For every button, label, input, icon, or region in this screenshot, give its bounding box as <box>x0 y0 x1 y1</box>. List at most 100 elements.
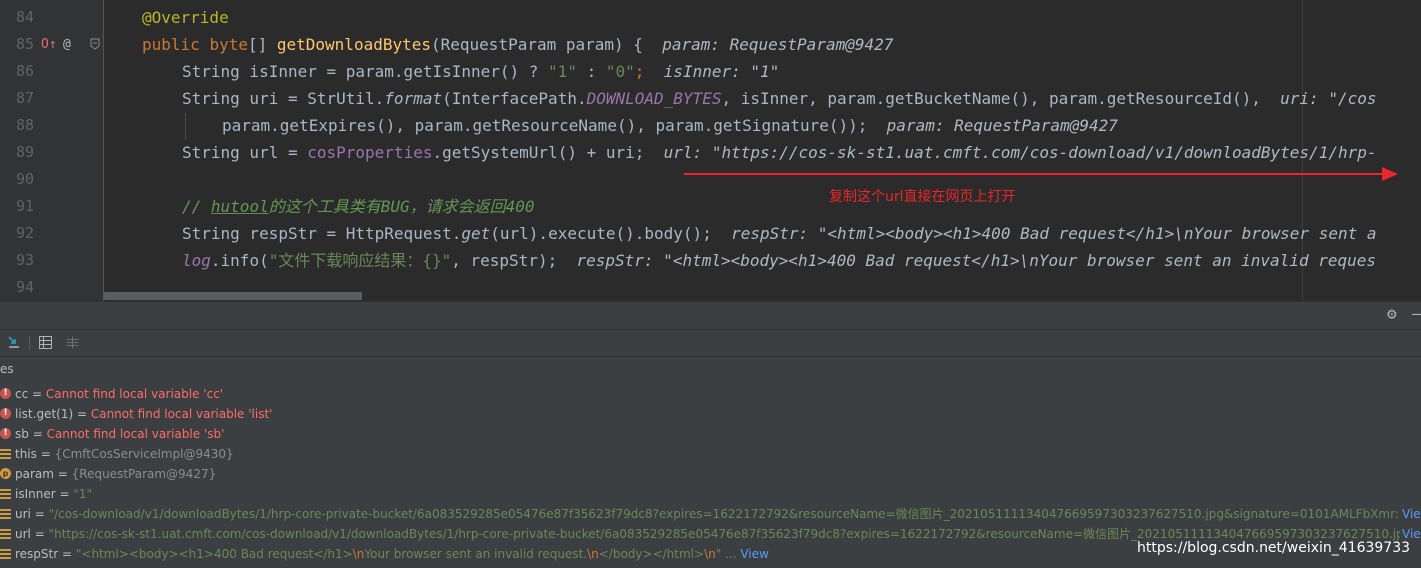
variable-value: Cannot find local variable 'sb' <box>46 427 225 441</box>
code-line-89[interactable]: String url = cosProperties.getSystemUrl(… <box>182 139 1376 166</box>
equals-sign: = <box>30 527 49 541</box>
watermark: https://blog.csdn.net/weixin_41639733 <box>1137 540 1411 556</box>
variable-row[interactable]: ! sb = Cannot find local variable 'sb' <box>0 424 1421 444</box>
variable-name: this <box>15 447 37 461</box>
array-brackets: [] <box>247 35 277 54</box>
field-icon <box>0 509 11 519</box>
equals-sign: = <box>55 487 74 501</box>
variable-value: Cannot find local variable 'cc' <box>45 387 224 401</box>
error-icon: ! <box>0 388 11 399</box>
debug-toolbar <box>0 329 1421 357</box>
line-number: 87 <box>15 89 34 107</box>
code-text: : <box>576 62 606 81</box>
code-line-91[interactable]: // hutool的这个工具类有BUG，请求会返回400 <box>182 193 535 220</box>
static-method: format <box>384 89 443 108</box>
variable-value: Cannot find local variable 'list' <box>90 407 273 421</box>
horizontal-scrollbar[interactable] <box>104 292 362 300</box>
code-line-86[interactable]: String isInner = param.getIsInner() ? "1… <box>182 58 779 85</box>
annotation-note: 复制这个url直接在网页上打开 <box>829 189 1016 205</box>
annotation-arrow <box>684 173 1384 175</box>
variable-row[interactable]: ! list.get(1) = Cannot find local variab… <box>0 404 1421 424</box>
view-link[interactable]: Vie <box>1402 504 1421 524</box>
override-annotation: @Override <box>142 8 229 27</box>
inline-debug-value: url: "https://cos-sk-st1.uat.cmft.com/co… <box>663 143 1377 162</box>
inline-debug-value: param: RequestParam@9427 <box>886 116 1118 135</box>
step-into-icon[interactable] <box>7 335 21 349</box>
ide-window: 84 85 86 87 88 89 90 91 92 93 94 O↑ @ @O… <box>0 0 1421 568</box>
code-line-93[interactable]: log.info("文件下载响应结果：{}", respStr); respSt… <box>182 247 1376 274</box>
variable-name: param <box>15 467 54 481</box>
equals-sign: = <box>36 447 55 461</box>
variable-value: "1" <box>73 487 93 501</box>
code-text: .info( <box>210 251 269 270</box>
variable-row[interactable]: p param = {RequestParam@9427} <box>0 464 1421 484</box>
string-literal: "0" <box>605 62 635 81</box>
code-text: String isInner = param.getIsInner() ? <box>182 62 549 81</box>
variables-tab-label[interactable]: es <box>0 359 14 379</box>
error-icon: ! <box>0 428 11 439</box>
variable-row[interactable]: isInner = "1" <box>0 484 1421 504</box>
equals-sign: = <box>28 387 46 401</box>
variable-row[interactable]: ! cc = Cannot find local variable 'cc' <box>0 384 1421 404</box>
code-line-84[interactable]: @Override <box>142 4 229 31</box>
line-number: 91 <box>15 197 34 215</box>
keyword-byte: byte <box>209 35 248 54</box>
variable-row[interactable]: uri = "/cos-download/v1/downloadBytes/1/… <box>0 504 1421 524</box>
variable-name: sb <box>15 427 29 441</box>
gutter-separator <box>103 0 104 301</box>
semicolon: ; <box>634 62 645 81</box>
line-number: 84 <box>15 8 34 26</box>
field-icon <box>0 529 11 539</box>
variable-value: "<html><body><h1>400 Bad request</h1> <box>75 547 353 561</box>
variable-name: cc <box>15 387 29 401</box>
line-number: 88 <box>15 116 34 134</box>
line-number: 89 <box>15 143 34 161</box>
variable-name: uri <box>15 507 31 521</box>
line-number: 94 <box>15 278 34 296</box>
line-number: 90 <box>15 170 34 188</box>
inline-debug-value: respStr: "<html><body><h1>400 Bad reques… <box>731 224 1377 243</box>
code-editor[interactable]: 84 85 86 87 88 89 90 91 92 93 94 O↑ @ @O… <box>0 0 1421 301</box>
variable-row[interactable]: this = {CmftCosServiceImpl@9430} <box>0 444 1421 464</box>
code-text: , respStr); <box>451 251 558 270</box>
variable-value: </body></html> <box>598 547 705 561</box>
code-line-88[interactable]: param.getExpires(), param.getResourceNam… <box>222 112 1118 139</box>
equals-sign: = <box>30 507 49 521</box>
field-icon <box>0 449 11 459</box>
fold-marker-icon[interactable] <box>90 38 100 50</box>
line-number: 93 <box>15 251 34 269</box>
variable-value: {CmftCosServiceImpl@9430} <box>54 447 234 461</box>
code-line-85[interactable]: public byte[] getDownloadBytes(RequestPa… <box>142 31 893 58</box>
logger-field: log <box>182 251 211 270</box>
comment: // <box>182 197 211 216</box>
gear-icon[interactable]: ⚙ <box>1387 304 1397 323</box>
code-text: param.getExpires(), param.getResourceNam… <box>222 116 868 135</box>
equals-sign: = <box>58 547 76 561</box>
escape-sequence: \n <box>352 547 365 561</box>
equals-sign: = <box>53 467 72 481</box>
code-text: (url).execute().body(); <box>490 224 712 243</box>
debug-panel: ⚙ – es ! cc = Cannot find local variable… <box>0 301 1421 568</box>
variable-value: {RequestParam@9427} <box>71 467 217 481</box>
line-number: 85 <box>15 35 34 53</box>
view-link[interactable]: View <box>740 547 768 561</box>
code-text: , isInner, param.getBucketName(), param.… <box>721 89 1261 108</box>
line-number: 86 <box>15 62 34 80</box>
panel-header: ⚙ – <box>0 301 1421 330</box>
static-method: get <box>461 224 491 243</box>
field-reference: cosProperties <box>307 143 433 162</box>
variable-name: isInner <box>15 487 56 501</box>
code-line-87[interactable]: String uri = StrUtil.format(InterfacePat… <box>182 85 1376 112</box>
table-view-icon[interactable] <box>39 336 52 349</box>
variable-value: "/cos-download/v1/downloadBytes/1/hrp-co… <box>48 507 1400 521</box>
inline-debug-value: param: RequestParam@9427 <box>662 35 894 54</box>
minimize-icon[interactable]: – <box>1412 304 1421 323</box>
code-line-92[interactable]: String respStr = HttpRequest.get(url).ex… <box>182 220 1377 247</box>
override-method-icon[interactable]: O↑ <box>41 31 57 58</box>
annotation-marker-icon[interactable]: @ <box>63 31 71 58</box>
code-text: (InterfacePath. <box>442 89 587 108</box>
code-text: .getSystemUrl() + uri; <box>432 143 645 162</box>
static-constant: DOWNLOAD_BYTES <box>586 89 722 108</box>
inline-debug-value: isInner: "1" <box>663 62 780 81</box>
restore-layout-icon[interactable] <box>66 336 79 349</box>
